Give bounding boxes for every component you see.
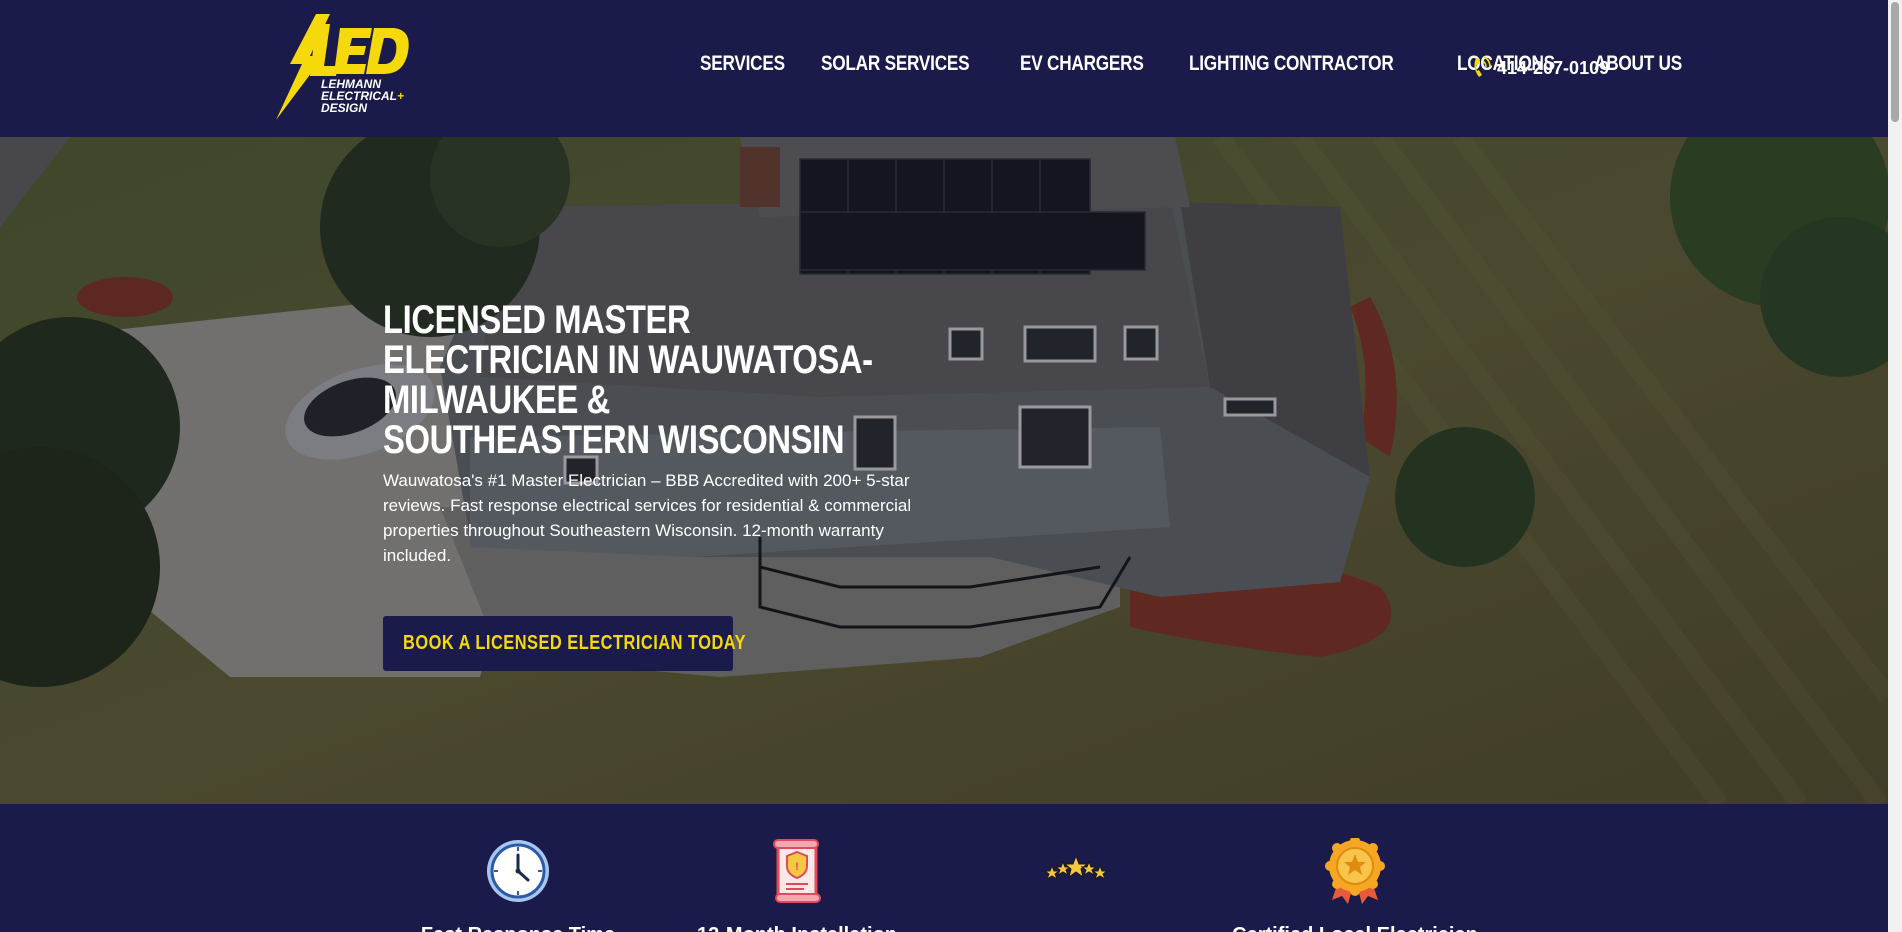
site-logo[interactable]: LEHMANN ELECTRICAL+ DESIGN xyxy=(272,14,417,120)
hero-section: LICENSED MASTER ELECTRICIAN IN WAUWATOSA… xyxy=(0,137,1888,804)
award-badge-icon xyxy=(1325,838,1385,904)
book-electrician-button-label: BOOK A LICENSED ELECTRICIAN TODAY xyxy=(403,632,747,654)
hero-title: LICENSED MASTER ELECTRICIAN IN WAUWATOSA… xyxy=(383,298,873,462)
feature-fast-response: Fast Response Time xyxy=(388,838,648,932)
warranty-scroll-icon: ! xyxy=(773,839,821,903)
feature-reviews xyxy=(946,838,1206,924)
scrollbar-thumb[interactable] xyxy=(1891,2,1899,122)
hero-subtitle: Wauwatosa's #1 Master Electrician – BBB … xyxy=(383,471,912,565)
phone-icon xyxy=(1474,56,1491,77)
page-scrollbar[interactable] xyxy=(1888,0,1902,932)
hero-content: LICENSED MASTER ELECTRICIAN IN WAUWATOSA… xyxy=(383,300,913,671)
feature-label: Certified Local Electrician xyxy=(1225,924,1485,932)
clock-icon xyxy=(487,840,549,902)
site-header: LEHMANN ELECTRICAL+ DESIGN SERVICES SOLA… xyxy=(0,0,1888,137)
phone-link[interactable]: 414-207-0109 xyxy=(1471,55,1609,81)
hero-overlay xyxy=(0,137,1888,804)
page: LEHMANN ELECTRICAL+ DESIGN SERVICES SOLA… xyxy=(0,0,1902,932)
book-electrician-button[interactable]: BOOK A LICENSED ELECTRICIAN TODAY xyxy=(383,616,747,671)
svg-text:!: ! xyxy=(795,861,799,873)
five-stars-icon xyxy=(1043,854,1109,881)
nav-solar-services[interactable]: SOLAR SERVICES xyxy=(821,52,970,76)
nav-lighting-contractor[interactable]: LIGHTING CONTRACTOR xyxy=(1189,52,1394,76)
feature-label: Fast Response Time xyxy=(388,924,648,932)
feature-label: 12-Month Installation xyxy=(667,924,927,932)
nav-services[interactable]: SERVICES xyxy=(700,52,785,76)
logo-wordmark: LEHMANN ELECTRICAL+ DESIGN xyxy=(321,78,404,114)
feature-certified: Certified Local Electrician xyxy=(1225,838,1485,932)
logo-line-3: DESIGN xyxy=(321,101,368,115)
features-strip: Fast Response Time ! 12-Month Installati… xyxy=(0,804,1888,932)
phone-number: 414-207-0109 xyxy=(1497,57,1610,78)
nav-ev-chargers[interactable]: EV CHARGERS xyxy=(1020,52,1144,76)
feature-warranty: ! 12-Month Installation xyxy=(667,838,927,932)
